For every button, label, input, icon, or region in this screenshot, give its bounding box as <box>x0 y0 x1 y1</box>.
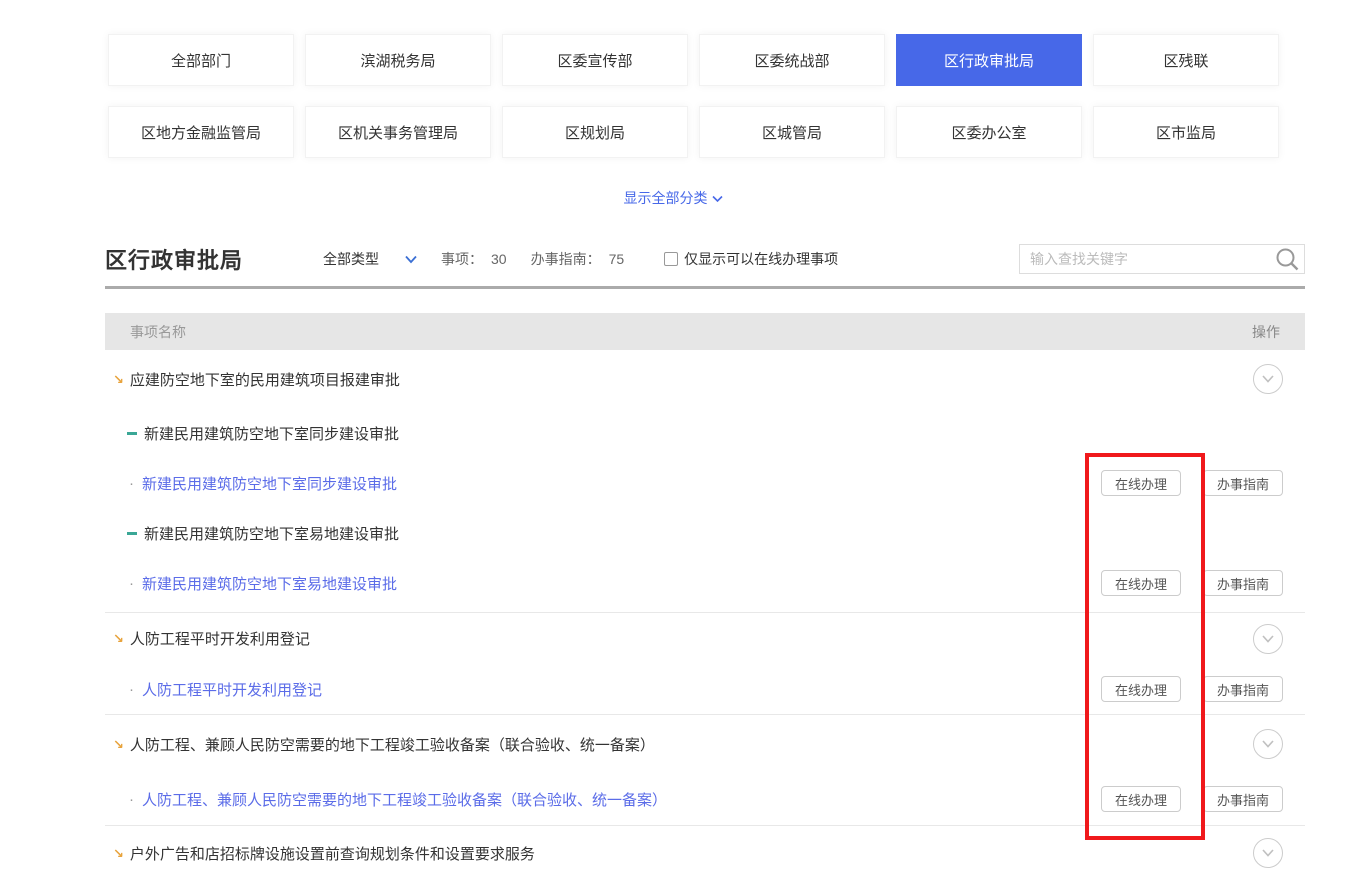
dot-icon: · <box>129 475 134 492</box>
service-subcategory-title: 新建民用建筑防空地下室同步建设审批 <box>144 423 399 444</box>
corner-arrow-icon: ↘ <box>113 373 124 386</box>
type-filter-label: 全部类型 <box>323 249 379 269</box>
online-handle-button[interactable]: 在线办理 <box>1101 570 1181 596</box>
corner-arrow-icon: ↘ <box>113 738 124 751</box>
dept-button-all[interactable]: 全部部门 <box>108 34 294 86</box>
column-header-item-name: 事项名称 <box>130 322 186 342</box>
expand-collapse-button[interactable] <box>1253 364 1283 394</box>
corner-arrow-icon: ↘ <box>113 847 124 860</box>
service-group-title-row: ↘ 人防工程、兼顾人民防空需要的地下工程竣工验收备案（联合验收、统一备案） <box>105 715 1305 773</box>
online-handle-button[interactable]: 在线办理 <box>1101 470 1181 496</box>
show-all-label: 显示全部分类 <box>624 190 708 206</box>
dot-icon: · <box>129 575 134 592</box>
guide-button[interactable]: 办事指南 <box>1203 570 1283 596</box>
service-group-title: 应建防空地下室的民用建筑项目报建审批 <box>130 369 400 390</box>
service-group: ↘ 人防工程、兼顾人民防空需要的地下工程竣工验收备案（联合验收、统一备案） · … <box>105 715 1305 826</box>
service-item-row: · 新建民用建筑防空地下室易地建设审批 在线办理 办事指南 <box>105 558 1305 608</box>
dept-button-propaganda[interactable]: 区委宣传部 <box>502 34 688 86</box>
dept-button-market-supervision[interactable]: 区市监局 <box>1093 106 1279 158</box>
guide-button[interactable]: 办事指南 <box>1203 676 1283 702</box>
dash-icon <box>127 432 137 435</box>
chevron-down-icon <box>712 190 723 206</box>
items-count-value: 30 <box>491 251 507 267</box>
dept-button-united-front[interactable]: 区委统战部 <box>699 34 885 86</box>
guide-button[interactable]: 办事指南 <box>1203 470 1283 496</box>
service-group: ↘ 户外广告和店招标牌设施设置前查询规划条件和设置要求服务 <box>105 826 1305 877</box>
service-subcategory-row: 新建民用建筑防空地下室易地建设审批 <box>105 508 1305 558</box>
dept-button-committee-office[interactable]: 区委办公室 <box>896 106 1082 158</box>
chevron-down-icon <box>405 251 417 267</box>
service-subcategory-title: 新建民用建筑防空地下室易地建设审批 <box>144 523 399 544</box>
checkbox-unchecked[interactable] <box>664 252 678 266</box>
section-divider <box>105 286 1305 289</box>
service-item-row: · 人防工程、兼顾人民防空需要的地下工程竣工验收备案（联合验收、统一备案） 在线… <box>105 773 1305 825</box>
service-group: ↘ 人防工程平时开发利用登记 · 人防工程平时开发利用登记 在线办理 办事指南 <box>105 613 1305 715</box>
service-group-title: 户外广告和店招标牌设施设置前查询规划条件和设置要求服务 <box>130 843 535 864</box>
dept-button-finance-regulator[interactable]: 区地方金融监管局 <box>108 106 294 158</box>
show-all-categories-link[interactable]: 显示全部分类 <box>0 188 1346 208</box>
dept-button-admin-approval[interactable]: 区行政审批局 <box>896 34 1082 86</box>
department-grid: 全部部门 滨湖税务局 区委宣传部 区委统战部 区行政审批局 区残联 区地方金融监… <box>108 34 1283 158</box>
expand-collapse-button[interactable] <box>1253 729 1283 759</box>
expand-collapse-button[interactable] <box>1253 624 1283 654</box>
row-actions: 在线办理 办事指南 <box>1101 786 1283 812</box>
online-handle-button[interactable]: 在线办理 <box>1101 786 1181 812</box>
column-header-action: 操作 <box>1252 322 1280 342</box>
online-only-checkbox-label: 仅显示可以在线办理事项 <box>684 249 838 269</box>
dept-button-gov-affairs[interactable]: 区机关事务管理局 <box>305 106 491 158</box>
row-actions: 在线办理 办事指南 <box>1101 676 1283 702</box>
type-filter-dropdown[interactable]: 全部类型 <box>323 249 417 269</box>
service-item-link[interactable]: 新建民用建筑防空地下室同步建设审批 <box>142 473 397 494</box>
row-actions: 在线办理 办事指南 <box>1101 470 1283 496</box>
table-header-row: 事项名称 操作 <box>105 313 1305 350</box>
service-item-link[interactable]: 人防工程平时开发利用登记 <box>142 679 322 700</box>
keyword-search-box <box>1019 244 1305 274</box>
service-group-title-row: ↘ 户外广告和店招标牌设施设置前查询规划条件和设置要求服务 <box>105 826 1305 877</box>
service-item-link[interactable]: 新建民用建筑防空地下室易地建设审批 <box>142 573 397 594</box>
search-icon[interactable] <box>1274 246 1300 272</box>
dot-icon: · <box>129 681 134 698</box>
service-subcategory-row: 新建民用建筑防空地下室同步建设审批 <box>105 408 1305 458</box>
dept-button-urban-mgmt[interactable]: 区城管局 <box>699 106 885 158</box>
service-item-row: · 人防工程平时开发利用登记 在线办理 办事指南 <box>105 664 1305 714</box>
service-group-title-row: ↘ 应建防空地下室的民用建筑项目报建审批 <box>105 350 1305 408</box>
expand-collapse-button[interactable] <box>1253 838 1283 868</box>
items-count-label: 事项： <box>441 251 483 267</box>
corner-arrow-icon: ↘ <box>113 632 124 645</box>
online-only-checkbox-row[interactable]: 仅显示可以在线办理事项 <box>664 249 838 269</box>
guides-count-value: 75 <box>609 251 625 267</box>
service-group-title-row: ↘ 人防工程平时开发利用登记 <box>105 613 1305 664</box>
dept-button-planning[interactable]: 区规划局 <box>502 106 688 158</box>
dept-button-disabled-federation[interactable]: 区残联 <box>1093 34 1279 86</box>
section-header: 区行政审批局 全部类型 事项： 30 办事指南： 75 仅显示可以在线办理事项 <box>105 242 1305 276</box>
service-group-title: 人防工程、兼顾人民防空需要的地下工程竣工验收备案（联合验收、统一备案） <box>130 734 655 755</box>
items-count-stat: 事项： 30 <box>441 249 507 269</box>
service-item-link[interactable]: 人防工程、兼顾人民防空需要的地下工程竣工验收备案（联合验收、统一备案） <box>142 789 667 810</box>
services-table: 事项名称 操作 ↘ 应建防空地下室的民用建筑项目报建审批 新建民用建筑防空地下室… <box>105 313 1305 877</box>
search-input[interactable] <box>1020 251 1274 267</box>
row-actions: 在线办理 办事指南 <box>1101 570 1283 596</box>
guide-button[interactable]: 办事指南 <box>1203 786 1283 812</box>
dept-button-binhu-tax[interactable]: 滨湖税务局 <box>305 34 491 86</box>
guides-count-label: 办事指南： <box>531 251 601 267</box>
dot-icon: · <box>129 791 134 808</box>
service-group: ↘ 应建防空地下室的民用建筑项目报建审批 新建民用建筑防空地下室同步建设审批 ·… <box>105 350 1305 613</box>
online-handle-button[interactable]: 在线办理 <box>1101 676 1181 702</box>
service-item-row: · 新建民用建筑防空地下室同步建设审批 在线办理 办事指南 <box>105 458 1305 508</box>
guides-count-stat: 办事指南： 75 <box>531 249 625 269</box>
dash-icon <box>127 532 137 535</box>
page-title: 区行政审批局 <box>105 243 243 275</box>
service-group-title: 人防工程平时开发利用登记 <box>130 628 310 649</box>
